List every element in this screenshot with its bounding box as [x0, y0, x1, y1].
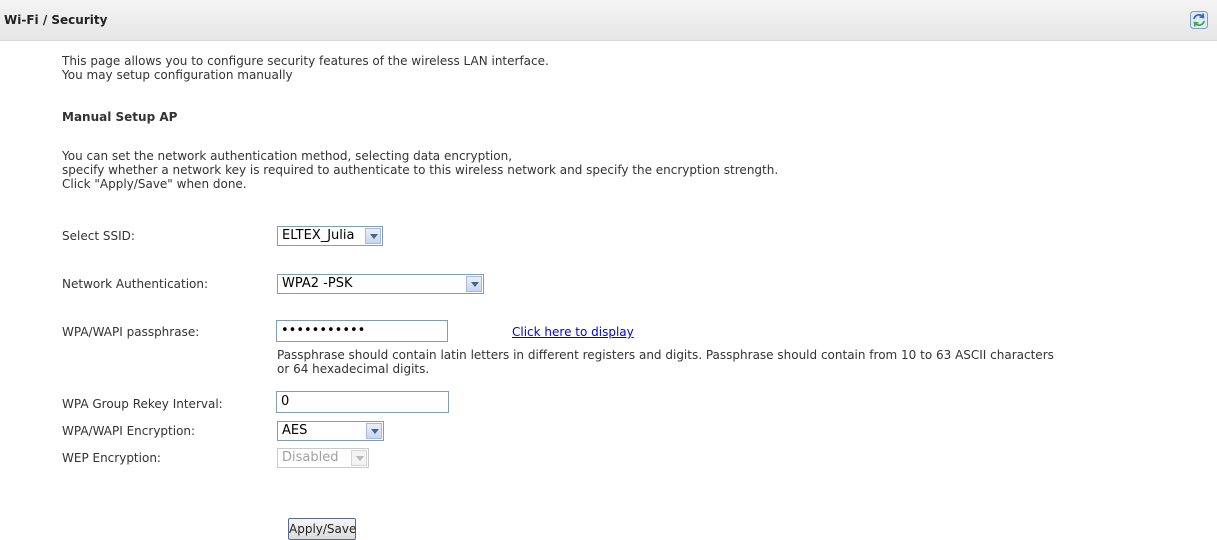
wep-encryption-select-value: Disabled — [282, 450, 339, 465]
chevron-down-icon[interactable] — [466, 276, 482, 292]
rekey-interval-label: WPA Group Rekey Interval: — [62, 397, 223, 411]
intro-text-line2: You may setup configuration manually — [62, 68, 293, 82]
rekey-interval-input[interactable]: 0 — [276, 391, 449, 413]
chevron-down-icon[interactable] — [365, 228, 381, 244]
show-passphrase-link[interactable]: Click here to display — [512, 325, 634, 339]
apply-save-button[interactable]: Apply/Save — [288, 518, 356, 540]
network-auth-select-value: WPA2 -PSK — [282, 276, 353, 291]
passphrase-label: WPA/WAPI passphrase: — [62, 325, 200, 339]
refresh-icon[interactable] — [1190, 11, 1208, 29]
chevron-down-icon[interactable] — [366, 423, 382, 439]
wep-encryption-select: Disabled — [277, 448, 369, 468]
wep-encryption-label: WEP Encryption: — [62, 451, 161, 465]
passphrase-hint-line1: Passphrase should contain latin letters … — [277, 348, 1054, 362]
description-line1: You can set the network authentication m… — [62, 149, 513, 163]
page-header: Wi-Fi / Security — [0, 0, 1217, 41]
passphrase-input[interactable]: ••••••••••• — [276, 320, 448, 342]
ssid-select[interactable]: ELTEX_Julia — [277, 226, 383, 246]
description-line2: specify whether a network key is require… — [62, 163, 779, 177]
section-title: Manual Setup AP — [62, 110, 178, 124]
network-auth-select[interactable]: WPA2 -PSK — [277, 274, 484, 294]
passphrase-hint-line2: or 64 hexadecimal digits. — [277, 362, 430, 376]
encryption-label: WPA/WAPI Encryption: — [62, 424, 196, 438]
intro-text-line1: This page allows you to configure securi… — [62, 54, 549, 68]
ssid-select-value: ELTEX_Julia — [282, 228, 355, 243]
chevron-down-icon — [351, 450, 367, 466]
encryption-select-value: AES — [282, 423, 308, 438]
encryption-select[interactable]: AES — [277, 421, 384, 441]
network-auth-label: Network Authentication: — [62, 277, 209, 291]
ssid-label: Select SSID: — [62, 229, 135, 243]
page-title: Wi-Fi / Security — [4, 13, 108, 27]
description-line3: Click "Apply/Save" when done. — [62, 177, 247, 191]
